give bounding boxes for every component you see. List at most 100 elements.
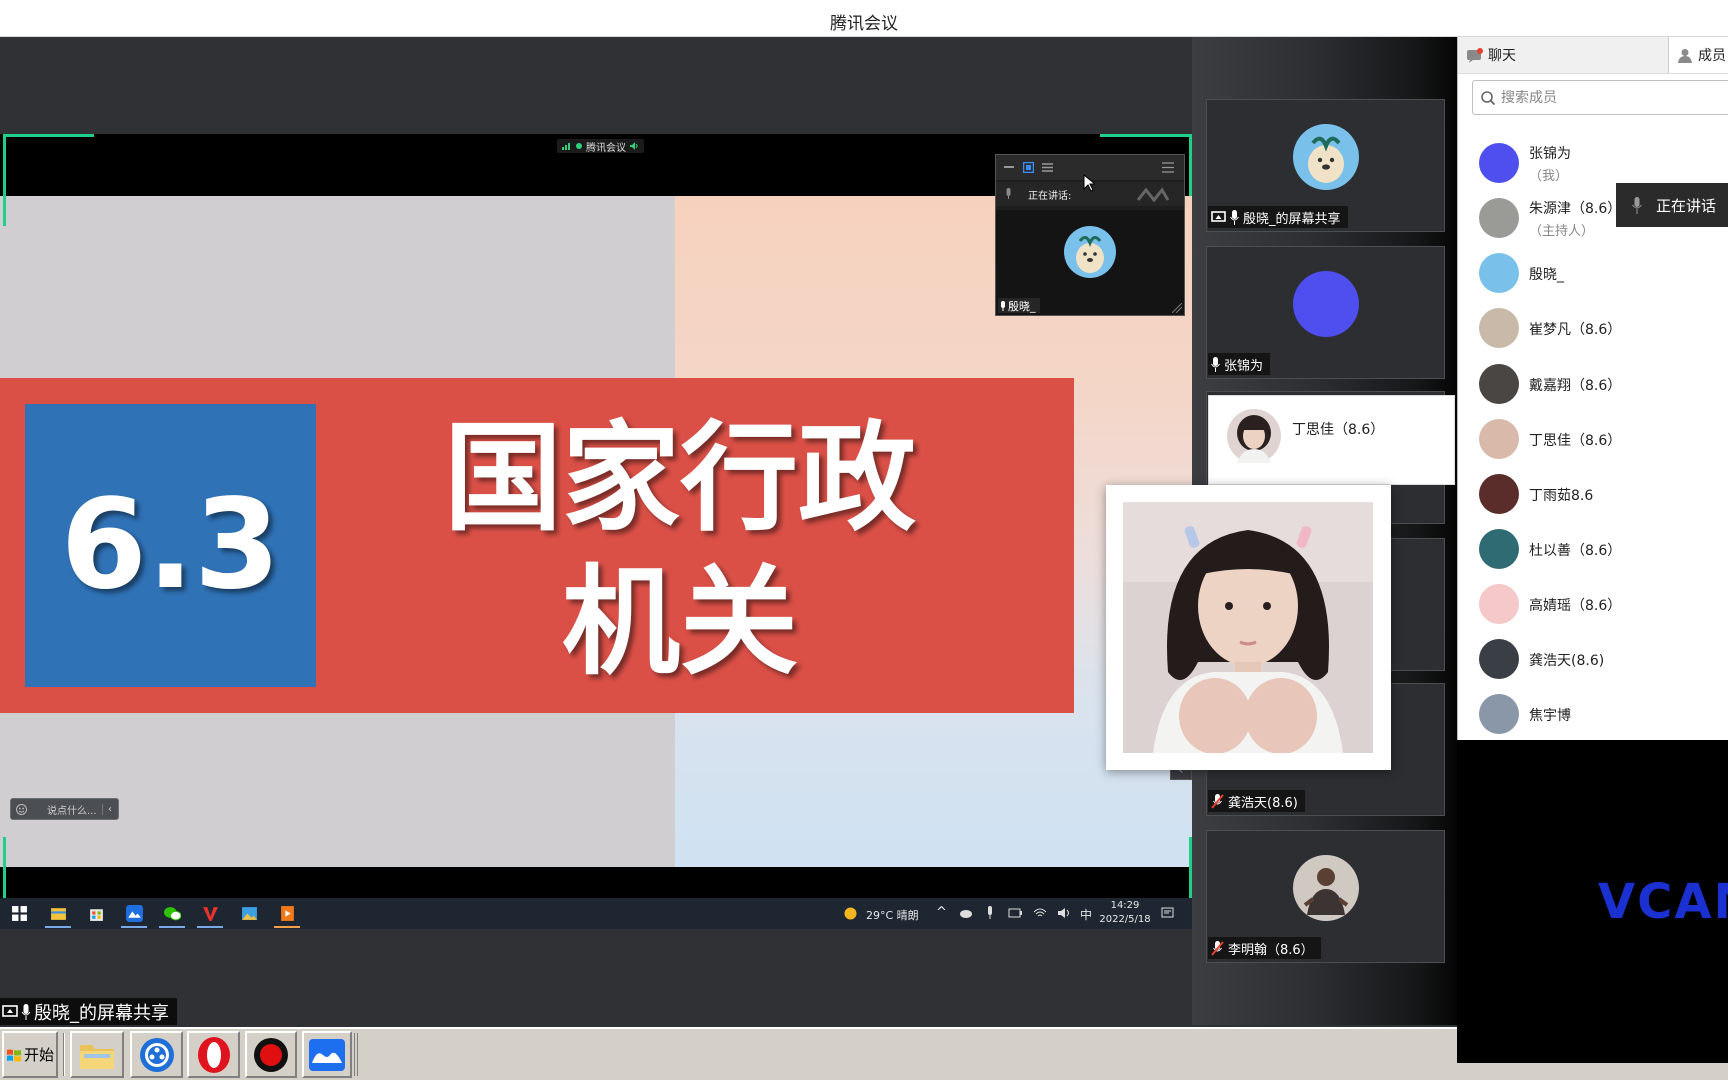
mic-icon xyxy=(1211,357,1220,372)
screen-share-icon xyxy=(1211,211,1226,224)
avatar xyxy=(1479,364,1519,404)
clock-time: 14:29 xyxy=(1100,900,1150,911)
weather-text: 29°C 晴朗 xyxy=(866,907,919,923)
media-player-icon xyxy=(139,1037,175,1073)
member-list-item[interactable]: 崔梦凡（8.6） xyxy=(1458,301,1728,356)
mic-icon xyxy=(1632,197,1642,214)
video-tile[interactable]: 李明翰（8.6） xyxy=(1206,830,1445,963)
member-list-item[interactable]: 戴嘉翔（8.6） xyxy=(1458,357,1728,412)
speaker-icon xyxy=(630,142,639,150)
start-button[interactable]: 开始 xyxy=(2,1031,58,1078)
wifi-icon xyxy=(1033,906,1047,919)
resize-handle-icon[interactable] xyxy=(1172,303,1182,313)
avatar xyxy=(1479,474,1519,514)
meeting-app-icon xyxy=(126,905,143,922)
chat-input-bubble[interactable]: 说点什么... ‹ xyxy=(10,798,119,820)
member-search-input[interactable] xyxy=(1501,90,1721,106)
tencent-meeting-button[interactable] xyxy=(302,1031,352,1078)
member-list-item[interactable]: 龚浩天(8.6) xyxy=(1458,632,1728,687)
file-explorer-button[interactable] xyxy=(70,1031,124,1078)
status-dot-icon xyxy=(576,143,582,149)
slide-title-line-2: 机关 xyxy=(330,562,1030,682)
member-list-item[interactable]: 丁思佳（8.6） xyxy=(1458,412,1728,467)
member-name: 丁雨茹8.6 xyxy=(1529,485,1593,505)
member-name: 高婧瑶（8.6） xyxy=(1529,595,1621,615)
girl-avatar xyxy=(1227,409,1281,463)
avatar xyxy=(1479,253,1519,293)
media-player-button[interactable] xyxy=(130,1031,183,1078)
video-tile-name: 龚浩天(8.6) xyxy=(1228,792,1298,811)
gallery-view-icon[interactable] xyxy=(1023,162,1034,173)
file-explorer-icon xyxy=(50,905,67,922)
member-name: 朱源津（8.6） xyxy=(1529,198,1621,218)
avatar xyxy=(1479,694,1519,734)
shared-app-label-text: 腾讯会议 xyxy=(586,139,626,154)
screen-recorder-button[interactable] xyxy=(245,1031,297,1078)
avatar xyxy=(1479,308,1519,348)
video-tile[interactable]: 殷晓_的屏幕共享 xyxy=(1206,99,1445,232)
capture-bracket-top-left xyxy=(3,134,94,137)
member-name: 张锦为 xyxy=(1529,143,1571,163)
member-name: 杜以善（8.6） xyxy=(1529,540,1621,560)
avatar xyxy=(1479,143,1519,183)
tab-chat[interactable]: 聊天 xyxy=(1458,37,1668,73)
member-search-box[interactable] xyxy=(1472,80,1728,115)
avatar xyxy=(1479,639,1519,679)
member-name: 焦宇博 xyxy=(1529,705,1571,725)
puppy-avatar xyxy=(1064,226,1116,278)
mic-muted-icon xyxy=(1211,941,1224,956)
minimize-icon[interactable] xyxy=(1004,166,1014,169)
image-viewer-icon xyxy=(241,905,258,922)
screen-share-icon xyxy=(2,1005,18,1019)
speaking-indicator-label: 正在讲话 xyxy=(1656,195,1716,216)
shared-windows-taskbar: 29°C 晴朗 ^ 中 14:29 2022/5/18 xyxy=(0,898,1192,929)
member-name: 丁思佳（8.6） xyxy=(1529,430,1621,450)
opera-browser-button[interactable] xyxy=(187,1031,240,1078)
member-name: 崔梦凡（8.6） xyxy=(1529,319,1621,339)
list-view-icon[interactable] xyxy=(1042,162,1053,173)
floating-video: 殷晓_ xyxy=(996,210,1184,315)
avatar xyxy=(1479,419,1519,459)
member-list-item[interactable]: 杜以善（8.6） xyxy=(1458,522,1728,577)
video-tile-name: 张锦为 xyxy=(1224,355,1263,374)
volume-icon xyxy=(1057,907,1071,919)
mic-icon xyxy=(1005,188,1012,200)
member-list-item[interactable]: 高婧瑶（8.6） xyxy=(1458,577,1728,632)
member-list-item[interactable]: 丁雨茹8.6 xyxy=(1458,467,1728,522)
floating-video-name-label: 殷晓_ xyxy=(998,298,1040,313)
presentation-app-icon xyxy=(279,905,296,922)
window-title: 腾讯会议 xyxy=(0,9,1728,34)
menu-icon[interactable] xyxy=(1162,162,1174,173)
speaking-label: 正在讲话: xyxy=(1028,187,1071,202)
windows-flag-icon xyxy=(6,1047,22,1063)
capture-bracket-bottom-left xyxy=(3,837,6,898)
participant-hover-card: 丁思佳（8.6） xyxy=(1208,395,1455,485)
tab-members[interactable]: 成员 xyxy=(1668,37,1728,73)
record-icon xyxy=(253,1037,289,1073)
capture-bracket-top-left-vertical xyxy=(3,134,6,226)
member-list-item[interactable]: 殷晓_ xyxy=(1458,246,1728,301)
emoji-icon[interactable] xyxy=(16,804,27,815)
tray-chevron-icon: ^ xyxy=(936,905,947,920)
folder-icon xyxy=(78,1039,116,1071)
video-tile-label: 张锦为 xyxy=(1208,353,1270,375)
slide-section-number: 6.3 xyxy=(25,404,316,687)
shared-app-label: 腾讯会议 xyxy=(557,139,644,153)
clock-date: 2022/5/18 xyxy=(1097,914,1153,925)
member-list-item[interactable]: 焦宇博 xyxy=(1458,687,1728,740)
member-name: 殷晓_ xyxy=(1529,264,1564,284)
chat-icon xyxy=(1466,48,1483,63)
member-role: （我） xyxy=(1529,165,1568,184)
capture-bracket-top-right xyxy=(1100,134,1192,137)
taskbar-active-indicator xyxy=(45,926,71,928)
start-button-label: 开始 xyxy=(24,1044,54,1065)
video-tile[interactable]: 张锦为 xyxy=(1206,246,1445,379)
cloud-icon xyxy=(959,909,973,918)
collapse-chevron-icon[interactable]: ‹ xyxy=(102,804,112,815)
mic-icon xyxy=(1230,210,1239,225)
speaking-indicator: 正在讲话 xyxy=(1616,183,1728,227)
shared-screen[interactable]: 腾讯会议 6.3 国家行政 机关 29°C 晴朗 ^ 中 14:2 xyxy=(0,134,1192,929)
speaking-waveform-icon xyxy=(1136,186,1170,202)
avatar xyxy=(1479,584,1519,624)
shared-screen-bottom-bar xyxy=(0,867,1192,898)
